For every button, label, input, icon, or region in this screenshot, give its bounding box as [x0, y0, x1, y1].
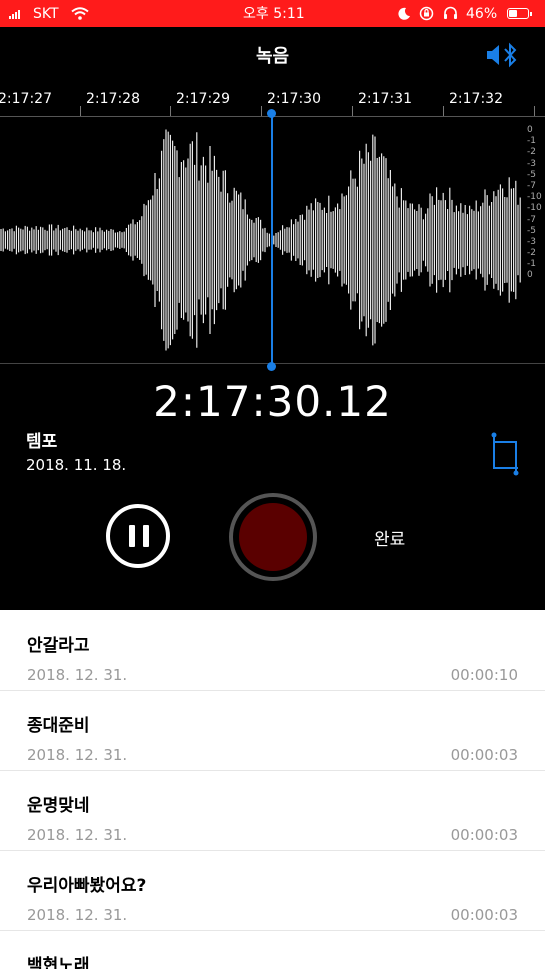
- record-button[interactable]: [229, 493, 317, 581]
- db-scale-label: -5: [527, 169, 536, 180]
- list-item[interactable]: 종대준비 2018. 12. 31. 00:00:03: [0, 690, 545, 771]
- recording-name: 운명맞네: [27, 796, 90, 816]
- wifi-icon: [71, 7, 89, 20]
- list-item[interactable]: 운명맞네 2018. 12. 31. 00:00:03: [0, 770, 545, 851]
- list-item[interactable]: 백현노래: [0, 930, 545, 969]
- playhead-bottom-handle[interactable]: [267, 362, 276, 371]
- db-scale-label: -2: [527, 147, 536, 158]
- recording-name: 백현노래: [27, 956, 90, 969]
- recording-date: 2018. 12. 31.: [27, 746, 128, 764]
- recording-name: 안갈라고: [27, 636, 90, 656]
- db-scale-label: -3: [527, 236, 536, 247]
- db-scale-label: -10: [527, 192, 542, 203]
- recording-duration: 00:00:10: [450, 666, 518, 684]
- recording-title[interactable]: 템포: [26, 427, 57, 452]
- record-icon: [239, 503, 307, 571]
- recording-date: 2018. 11. 18.: [26, 456, 127, 474]
- trim-icon[interactable]: [490, 432, 522, 476]
- db-scale-label: -2: [527, 248, 536, 259]
- done-button[interactable]: 완료: [374, 525, 405, 550]
- list-item[interactable]: 우리아빠봤어요? 2018. 12. 31. 00:00:03: [0, 850, 545, 931]
- db-scale-label: -1: [527, 136, 536, 147]
- recording-duration: 00:00:03: [450, 826, 518, 844]
- timeline-label: 2:17:32: [449, 91, 503, 107]
- list-item[interactable]: 안갈라고 2018. 12. 31. 00:00:10: [0, 610, 545, 691]
- db-scale-label: 0: [527, 270, 533, 281]
- recordings-list: 안갈라고 2018. 12. 31. 00:00:10 종대준비 2018. 1…: [0, 610, 545, 969]
- recording-date: 2018. 12. 31.: [27, 906, 128, 924]
- timeline-label: 2:17:28: [86, 91, 140, 107]
- carrier-label: SKT: [33, 6, 59, 22]
- speaker-bluetooth-icon[interactable]: [485, 41, 521, 69]
- battery-percent: 46%: [466, 6, 498, 22]
- current-time: 2:17:30.12: [153, 377, 392, 426]
- recording-date: 2018. 12. 31.: [27, 826, 128, 844]
- db-scale-label: 0: [527, 125, 533, 135]
- recording-duration: 00:00:03: [450, 906, 518, 924]
- signal-strength-icon: [9, 10, 20, 19]
- battery-icon: [507, 8, 532, 19]
- recorder-panel: 녹음 2:17:27 2:17:28 2:17:29 2:17:30 2:17:…: [0, 27, 545, 610]
- db-scale-label: -7: [527, 214, 536, 225]
- clock: 오후 5:11: [243, 6, 305, 22]
- pause-button[interactable]: [106, 504, 170, 568]
- timeline-label: 2:17:30: [267, 91, 321, 107]
- pause-icon: [129, 525, 135, 547]
- recording-duration: 00:00:03: [450, 746, 518, 764]
- voice-memos-screen: SKT 오후 5:11 46% 녹음 2:17:27 2:17:28 2:17:…: [0, 0, 545, 969]
- playhead[interactable]: [271, 113, 273, 369]
- timeline-label: 2:17:29: [176, 91, 230, 107]
- db-scale-label: -5: [527, 225, 536, 236]
- headphones-icon: [444, 6, 457, 19]
- timeline-label: 2:17:31: [358, 91, 412, 107]
- db-scale-label: -10: [527, 203, 542, 214]
- recording-name: 우리아빠봤어요?: [27, 876, 147, 896]
- recording-name: 종대준비: [27, 716, 90, 736]
- db-scale-label: -3: [527, 158, 536, 169]
- timeline-label: 2:17:27: [0, 91, 52, 107]
- recording-date: 2018. 12. 31.: [27, 666, 128, 684]
- moon-icon: [398, 7, 410, 20]
- status-bar: SKT 오후 5:11 46%: [0, 0, 545, 27]
- rotation-lock-icon: [419, 6, 434, 21]
- db-scale-label: -1: [527, 259, 536, 270]
- page-title: 녹음: [255, 46, 290, 67]
- db-scale: 0 -1 -2 -3 -5 -7 -10 -10 -7 -5 -3 -2 -1 …: [527, 125, 542, 282]
- playhead-top-handle[interactable]: [267, 109, 276, 118]
- db-scale-label: -7: [527, 180, 536, 191]
